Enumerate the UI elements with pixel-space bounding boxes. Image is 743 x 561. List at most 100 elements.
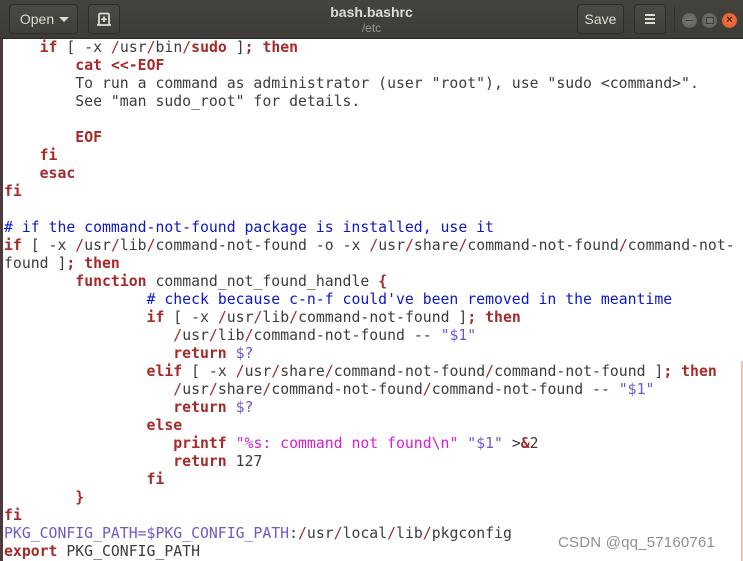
code-token-kw: elif [146,363,183,380]
code-token-txt: share [280,363,325,380]
code-token-path: / [298,525,307,542]
code-token-txt: 2 [529,435,539,452]
code-token-path: / [146,39,156,56]
code-line: fi [4,147,735,165]
code-token-path: / [404,237,414,254]
code-token-txt: command-not-found -- [431,381,619,398]
code-token-kw: esac [39,165,76,182]
code-token-kw: EOF [75,129,103,146]
code-token-txt: command-not-found ] [298,309,468,326]
close-icon: × [726,14,733,26]
code-token-kw: fi [146,471,165,488]
code-token-path: / [369,237,379,254]
code-token-path: / [387,525,397,542]
code-token-path: / [208,381,218,398]
code-token-kw: else [146,417,183,434]
code-token-txt: PKG_CONFIG_PATH [57,543,200,560]
new-tab-icon [97,12,111,26]
code-token-kw: export [4,543,58,560]
menu-button[interactable] [634,4,666,34]
code-token-txt: lib [217,327,245,344]
code-token-kw: return [173,453,227,470]
code-token-path: / [75,237,85,254]
code-token-txt: See "man sudo_root" for details. [4,93,361,110]
code-token-var: PKG_CONFIG_PATH=$PKG_CONFIG_PATH [4,525,290,542]
code-token-txt: command_not_found_handle [146,273,379,290]
header-separator [674,6,675,32]
close-button[interactable]: × [722,13,737,28]
text-editor[interactable]: if [ -x /usr/bin/sudo ]; then cat <<-EOF… [0,39,743,561]
code-token-path: / [324,363,334,380]
code-token-path: / [110,237,120,254]
code-token-txt: usr [84,237,111,254]
code-token-txt: share [413,237,459,254]
code-token-txt: usr [226,309,254,326]
code-token-txt: command-not-found ] [494,363,664,380]
code-token-kw: } [75,489,85,506]
code-token-txt: > [502,435,521,452]
code-line: /usr/lib/command-not-found -- "$1" [4,327,735,345]
code-token-kw: return [173,399,227,416]
code-line: esac [4,165,735,183]
code-line: /usr/share/command-not-found/command-not… [4,381,735,399]
maximize-button[interactable] [702,13,717,28]
code-token-txt: [ -x [164,309,218,326]
code-token-var: $? [235,399,254,416]
code-line: # if the command-not-found package is in… [4,219,735,237]
code-token-path: / [146,237,156,254]
code-token-kw: function [75,273,147,290]
code-token-txt: 127 [226,453,263,470]
code-token-var: "$1" [618,381,655,398]
code-token-kw: if [146,309,165,326]
code-token-txt: To run a command as administrator (user … [4,75,699,92]
code-token-txt: command-not- [627,237,735,254]
code-token-txt: ] [226,39,245,56]
code-view[interactable]: if [ -x /usr/bin/sudo ]; then cat <<-EOF… [4,39,735,561]
code-line: EOF [4,129,735,147]
code-token-path: / [333,525,343,542]
header-bar: Open bash.bashrc /etc Save × [0,0,743,39]
chevron-down-icon [59,16,70,22]
code-token-txt: command-not-found -o -x [155,237,370,254]
minimize-button[interactable] [682,13,697,28]
code-token-txt: [ -x [182,363,236,380]
code-token-cm: # if the command-not-found package is in… [4,219,494,236]
code-token-str: "%s: command not found\n" [235,435,459,452]
code-token-txt: usr [119,39,147,56]
code-token-txt: usr [182,381,209,398]
code-line: return $? [4,345,735,363]
code-token-txt: usr [244,363,272,380]
code-token-kw: { [378,273,388,290]
code-line: # check because c-n-f could've been remo… [4,291,735,309]
code-token-cm: # check because c-n-f could've been remo… [146,291,673,308]
code-line: To run a command as administrator (user … [4,75,735,93]
new-document-button[interactable] [88,4,120,34]
code-line: return $? [4,399,735,417]
code-line: return 127 [4,453,735,471]
code-token-path: / [618,237,628,254]
open-button[interactable]: Open [9,4,78,34]
code-token-kw: if [4,237,22,254]
save-button[interactable]: Save [577,4,624,34]
code-line: printf "%s: command not found\n" "$1" >&… [4,435,735,453]
code-token-txt: command-not-found [333,363,486,380]
code-token-txt: share [217,381,263,398]
code-token-txt: lib [119,237,147,254]
code-token-path: / [422,525,432,542]
code-line: function command_not_found_handle { [4,273,735,291]
